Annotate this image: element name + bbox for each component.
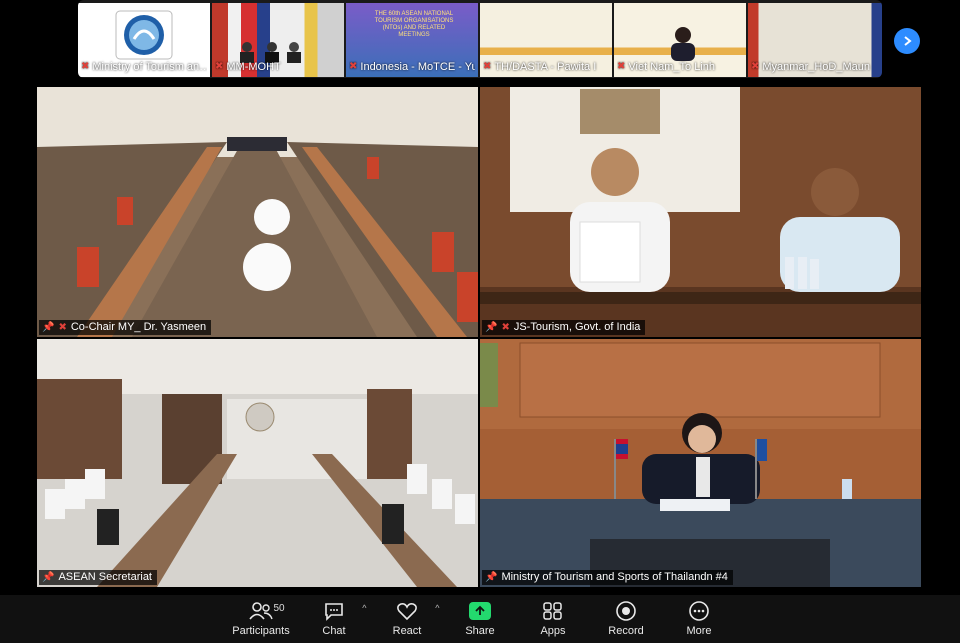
mic-muted-icon: ✖ bbox=[81, 61, 90, 72]
chat-label: Chat bbox=[322, 625, 346, 637]
chat-icon bbox=[323, 599, 345, 623]
thumbnail-caption: ✖ Viet Nam_To Linh bbox=[617, 61, 716, 73]
asean-logo-icon bbox=[115, 10, 173, 60]
meeting-toolbar: 50 Participants ^ Chat ^ React Share App… bbox=[0, 595, 960, 643]
thumbnail-caption: ✖ TH/DASTA - Pawita I bbox=[483, 61, 597, 73]
tile-name-label: 📌 Ministry of Tourism and Sports of Thail… bbox=[482, 570, 733, 585]
thumbnail-caption: ✖ MM-MOHT bbox=[215, 61, 281, 73]
react-button[interactable]: ^ React bbox=[371, 599, 444, 637]
more-icon bbox=[688, 599, 710, 623]
thumbnail-caption: ✖Indonesia - MoTCE - Yulia bbox=[349, 61, 475, 73]
mic-muted-icon: ✖ bbox=[501, 322, 510, 333]
chat-button[interactable]: ^ Chat bbox=[298, 599, 371, 637]
thumbnail-caption: ✖ Myanmar_HoD_Maun bbox=[751, 61, 870, 73]
share-label: Share bbox=[465, 625, 495, 637]
video-tile[interactable]: 📌 ASEAN Secretariat bbox=[37, 339, 478, 587]
video-feed bbox=[480, 87, 921, 337]
thumbnail-caption: ✖ Ministry of Tourism an… bbox=[81, 61, 207, 73]
video-tile[interactable]: 📌 ✖ JS-Tourism, Govt. of India bbox=[480, 87, 921, 337]
chevron-right-icon bbox=[904, 36, 912, 46]
apps-icon bbox=[542, 599, 564, 623]
participants-count: 50 bbox=[273, 603, 285, 614]
apps-label: Apps bbox=[540, 625, 566, 637]
video-feed bbox=[480, 339, 921, 587]
record-icon bbox=[615, 599, 637, 623]
participants-button[interactable]: 50 Participants bbox=[225, 599, 298, 637]
tile-name-label: 📌 ✖ JS-Tourism, Govt. of India bbox=[482, 320, 646, 335]
chevron-up-icon[interactable]: ^ bbox=[435, 603, 439, 613]
participant-thumbnail[interactable]: ✖ Viet Nam_To Linh bbox=[614, 3, 746, 77]
participant-thumbnail[interactable]: THE 60th ASEAN NATIONAL TOURISM ORGANISA… bbox=[346, 3, 478, 77]
video-tile-active-speaker[interactable]: 📌 Ministry of Tourism and Sports of Thail… bbox=[480, 339, 921, 587]
participants-icon bbox=[249, 599, 273, 623]
tile-name-label: 📌 ✖ Co-Chair MY_ Dr. Yasmeen bbox=[39, 320, 212, 335]
pin-icon: 📌 bbox=[42, 572, 55, 583]
pin-icon: 📌 bbox=[485, 572, 498, 583]
video-feed bbox=[37, 339, 478, 587]
chevron-up-icon[interactable]: ^ bbox=[362, 603, 366, 613]
video-feed bbox=[37, 87, 478, 337]
mic-muted-icon: ✖ bbox=[483, 61, 492, 72]
share-button[interactable]: Share bbox=[444, 599, 517, 637]
participant-thumbnail[interactable]: ✖ Myanmar_HoD_Maun bbox=[748, 3, 882, 77]
react-label: React bbox=[392, 625, 422, 637]
participants-label: Participants bbox=[232, 625, 290, 637]
mic-muted-icon: ✖ bbox=[215, 61, 224, 72]
pin-icon: 📌 bbox=[42, 322, 55, 333]
banner-text: THE 60th ASEAN NATIONAL TOURISM ORGANISA… bbox=[374, 11, 454, 38]
tile-name-label: 📌 ASEAN Secretariat bbox=[39, 570, 157, 585]
more-label: More bbox=[686, 625, 712, 637]
record-button[interactable]: Record bbox=[590, 599, 663, 637]
mic-muted-icon: ✖ bbox=[617, 61, 626, 72]
person-silhouette bbox=[671, 27, 695, 61]
gallery-strip: ✖ Ministry of Tourism an… ✖ MM-MOHT THE 60… bbox=[78, 0, 882, 78]
pin-icon: 📌 bbox=[485, 322, 498, 333]
mic-muted-icon: ✖ bbox=[58, 322, 67, 333]
apps-button[interactable]: Apps bbox=[517, 599, 590, 637]
share-screen-icon bbox=[469, 602, 491, 620]
mic-muted-icon: ✖ bbox=[349, 61, 358, 72]
record-label: Record bbox=[608, 625, 644, 637]
mic-muted-icon: ✖ bbox=[751, 61, 760, 72]
heart-icon bbox=[396, 599, 418, 623]
more-button[interactable]: More bbox=[663, 599, 736, 637]
participant-thumbnail[interactable]: ✖ MM-MOHT bbox=[212, 3, 344, 77]
participant-thumbnail[interactable]: ✖ TH/DASTA - Pawita I bbox=[480, 3, 612, 77]
video-tile[interactable]: 📌 ✖ Co-Chair MY_ Dr. Yasmeen bbox=[37, 87, 478, 337]
next-page-button[interactable] bbox=[894, 28, 920, 54]
participant-thumbnail[interactable]: ✖ Ministry of Tourism an… bbox=[78, 3, 210, 77]
